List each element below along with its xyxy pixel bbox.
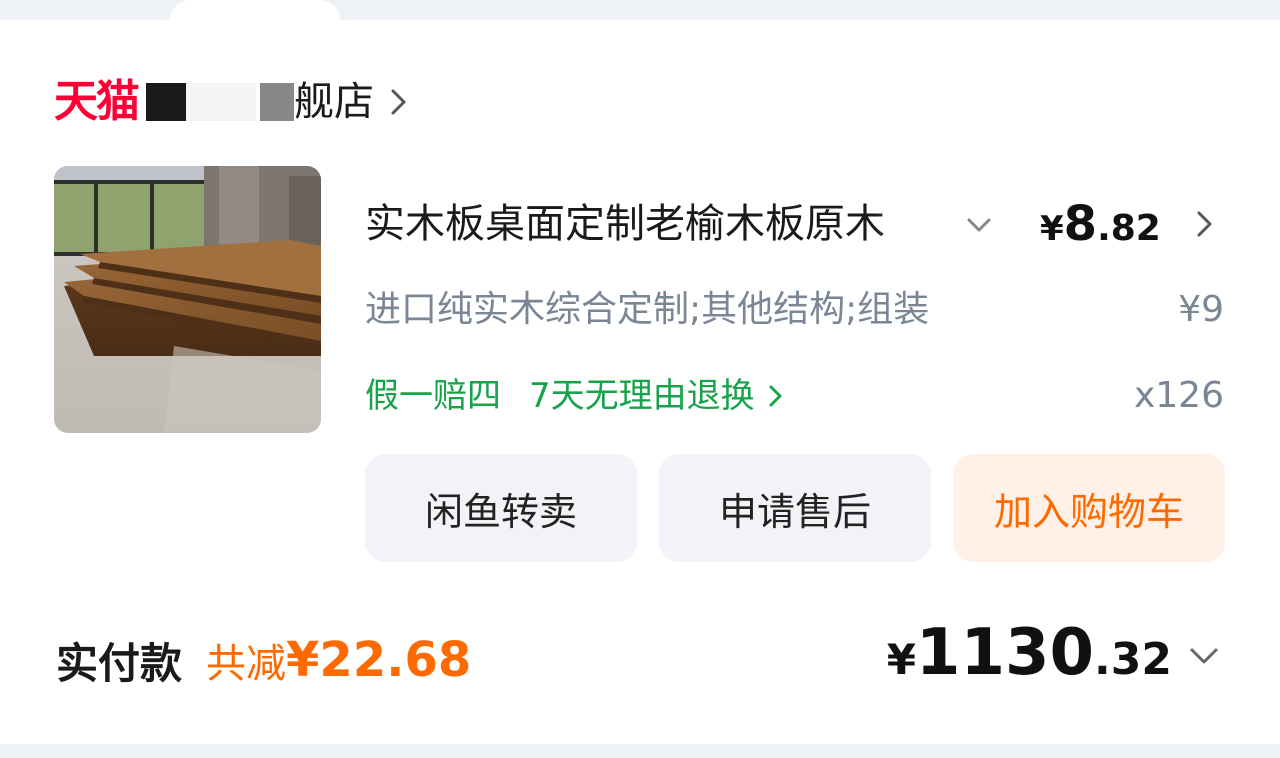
return-policy: 7天无理由退换: [529, 376, 755, 416]
price-symbol: ¥: [1040, 209, 1064, 249]
wood-slab-image: [54, 166, 321, 433]
discount-label: 共减: [206, 641, 287, 687]
top-tab-edge: [170, 0, 340, 20]
chevron-right-icon: [391, 89, 406, 115]
original-price: ¥9: [1178, 289, 1224, 330]
guarantee-badge: 假一赔四: [365, 376, 501, 416]
price-integer: 8: [1063, 196, 1098, 252]
service-guarantees[interactable]: 假一赔四 7天无理由退换: [365, 370, 789, 422]
chevron-down-icon[interactable]: [1186, 638, 1222, 674]
after-sale-button[interactable]: 申请售后: [659, 454, 931, 562]
discount-amount: ¥22.68: [286, 632, 472, 688]
quantity: x126: [1133, 375, 1224, 416]
total-symbol: ¥: [886, 635, 916, 684]
redacted-store-name: [186, 83, 256, 121]
store-name-suffix: 舰店: [294, 79, 374, 125]
resell-button[interactable]: 闲鱼转卖: [365, 454, 637, 562]
price-decimal: .82: [1097, 208, 1161, 249]
paid-label: 实付款: [56, 638, 183, 688]
chevron-down-icon[interactable]: [964, 210, 994, 240]
total-paid: ¥ 1130 .32: [887, 616, 1172, 696]
payment-summary: 实付款 共减 ¥22.68: [56, 628, 471, 692]
product-title[interactable]: 实木板桌面定制老榆木板原木: [365, 196, 945, 252]
total-decimal: .32: [1094, 634, 1172, 685]
bottom-background: [0, 744, 1280, 758]
redacted-store-name: [260, 83, 294, 121]
total-integer: 1130: [915, 616, 1095, 690]
unit-price: ¥ 8 .82: [1040, 196, 1161, 256]
redacted-store-name: [146, 83, 186, 121]
product-spec: 进口纯实木综合定制;其他结构;组装: [365, 289, 930, 330]
product-thumbnail[interactable]: [54, 166, 321, 433]
chevron-right-icon[interactable]: [1188, 208, 1220, 240]
store-header[interactable]: 天猫 舰店: [54, 74, 414, 130]
add-to-cart-button[interactable]: 加入购物车: [953, 454, 1225, 562]
chevron-right-icon: [769, 385, 782, 407]
tmall-logo: 天猫: [54, 76, 140, 127]
